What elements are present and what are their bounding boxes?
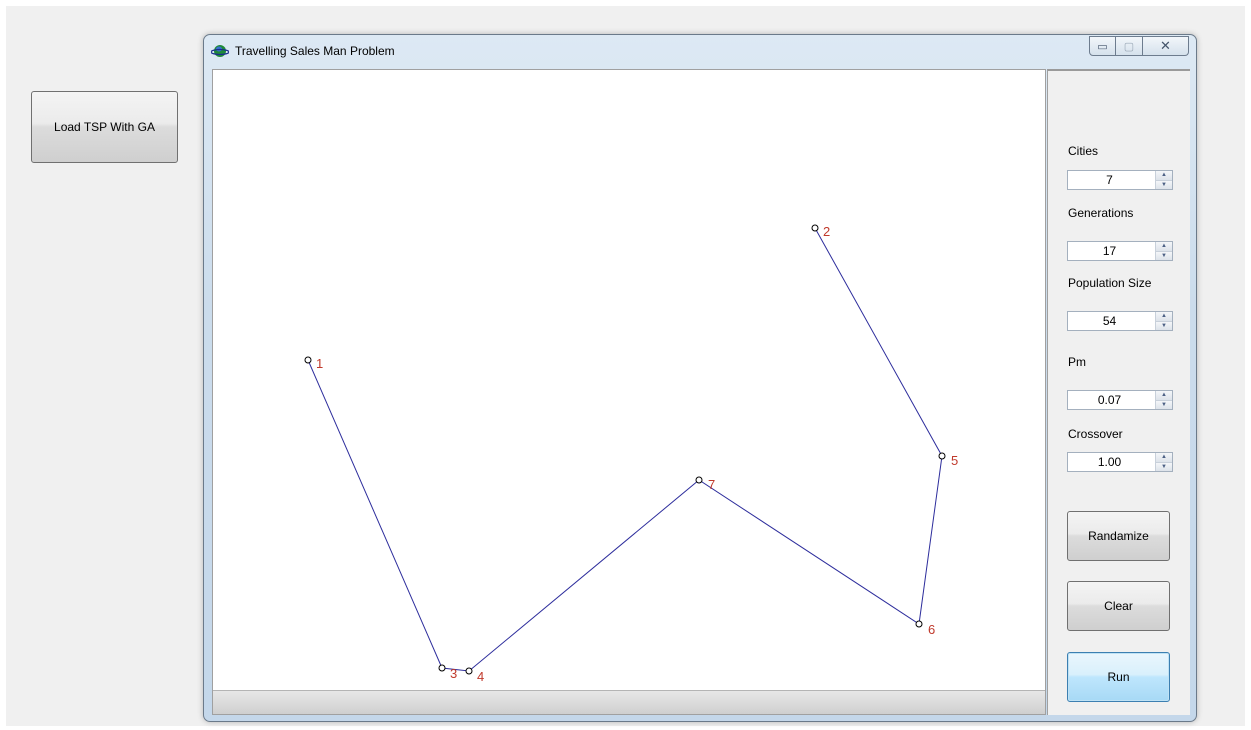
spin-up-icon[interactable]: ▲ bbox=[1156, 242, 1172, 251]
population-size-label: Population Size bbox=[1068, 276, 1152, 290]
city-marker bbox=[811, 224, 819, 232]
generations-spinner[interactable]: 17 ▲ ▼ bbox=[1067, 241, 1173, 261]
city-marker bbox=[695, 476, 703, 484]
tsp-window: Travelling Sales Man Problem ▭ ▢ ✕ 1 2 3 4 5… bbox=[203, 34, 1197, 722]
spin-up-icon[interactable]: ▲ bbox=[1156, 453, 1172, 462]
spin-up-icon[interactable]: ▲ bbox=[1156, 391, 1172, 400]
population-size-value[interactable]: 54 bbox=[1068, 312, 1155, 330]
pm-label: Pm bbox=[1068, 355, 1086, 369]
spin-up-icon[interactable]: ▲ bbox=[1156, 171, 1172, 180]
minimize-button[interactable]: ▭ bbox=[1089, 36, 1116, 56]
city-marker bbox=[304, 356, 312, 364]
randomize-button[interactable]: Randamize bbox=[1067, 511, 1170, 561]
window-title: Travelling Sales Man Problem bbox=[235, 44, 395, 58]
window-controls: ▭ ▢ ✕ bbox=[1089, 36, 1189, 56]
population-size-spinner[interactable]: 54 ▲ ▼ bbox=[1067, 311, 1173, 331]
city-marker bbox=[915, 620, 923, 628]
close-button[interactable]: ✕ bbox=[1143, 36, 1189, 56]
close-icon: ✕ bbox=[1160, 38, 1171, 53]
city-marker bbox=[938, 452, 946, 460]
spin-down-icon[interactable]: ▼ bbox=[1156, 250, 1172, 260]
city-label: 3 bbox=[450, 666, 457, 681]
minimize-icon: ▭ bbox=[1097, 40, 1108, 53]
city-label: 5 bbox=[951, 453, 958, 468]
clear-button[interactable]: Clear bbox=[1067, 581, 1170, 631]
horizontal-scrollbar[interactable] bbox=[213, 690, 1045, 714]
settings-panel: Cities 7 ▲ ▼ Generations 17 ▲ ▼ Population… bbox=[1047, 69, 1190, 715]
city-label: 4 bbox=[477, 669, 484, 684]
spin-down-icon[interactable]: ▼ bbox=[1156, 461, 1172, 471]
run-button[interactable]: Run bbox=[1067, 652, 1170, 702]
pm-value[interactable]: 0.07 bbox=[1068, 391, 1155, 409]
generations-value[interactable]: 17 bbox=[1068, 242, 1155, 260]
cities-spinner[interactable]: 7 ▲ ▼ bbox=[1067, 170, 1173, 190]
cities-value[interactable]: 7 bbox=[1068, 171, 1155, 189]
city-label: 1 bbox=[316, 356, 323, 371]
tour-drawing: 1 2 3 4 5 6 7 bbox=[304, 224, 958, 684]
city-label: 2 bbox=[823, 224, 830, 239]
generations-label: Generations bbox=[1068, 206, 1134, 220]
maximize-icon: ▢ bbox=[1123, 40, 1135, 53]
crossover-label: Crossover bbox=[1068, 427, 1123, 441]
city-label: 6 bbox=[928, 622, 935, 637]
spin-down-icon[interactable]: ▼ bbox=[1156, 399, 1172, 409]
tour-path bbox=[307, 227, 943, 672]
spin-down-icon[interactable]: ▼ bbox=[1156, 179, 1172, 189]
spin-up-icon[interactable]: ▲ bbox=[1156, 312, 1172, 321]
crossover-spinner[interactable]: 1.00 ▲ ▼ bbox=[1067, 452, 1173, 472]
city-marker bbox=[438, 664, 446, 672]
city-marker bbox=[465, 667, 473, 675]
desktop-background: Load TSP With GA Travelling Sales Man Pr… bbox=[6, 6, 1245, 726]
globe-icon bbox=[211, 45, 229, 57]
maximize-button[interactable]: ▢ bbox=[1116, 36, 1143, 56]
load-tsp-button[interactable]: Load TSP With GA bbox=[31, 91, 178, 163]
cities-label: Cities bbox=[1068, 144, 1099, 158]
tour-canvas[interactable]: 1 2 3 4 5 6 7 bbox=[212, 69, 1046, 715]
crossover-value[interactable]: 1.00 bbox=[1068, 453, 1155, 471]
pm-spinner[interactable]: 0.07 ▲ ▼ bbox=[1067, 390, 1173, 410]
spin-down-icon[interactable]: ▼ bbox=[1156, 320, 1172, 330]
city-label: 7 bbox=[708, 477, 715, 492]
